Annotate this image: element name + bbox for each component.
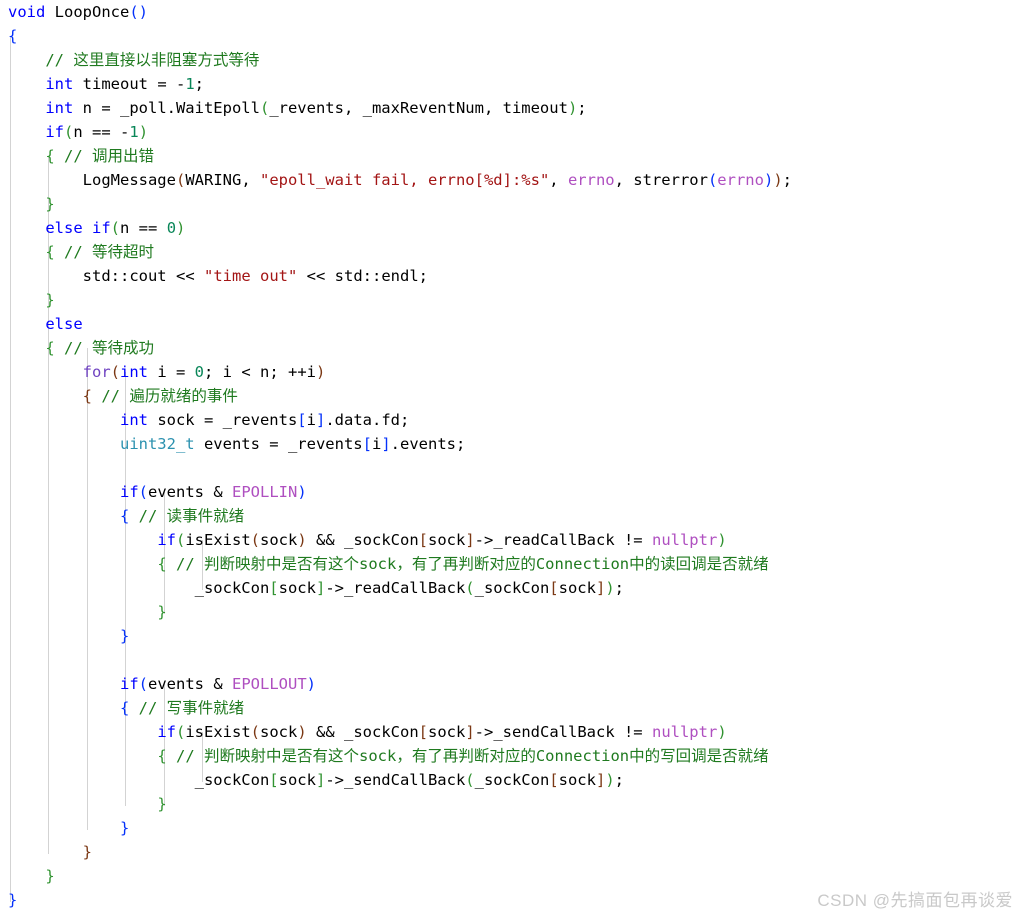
code-line: for(int i = 0; i < n; ++i) bbox=[82, 363, 326, 381]
code-line: { // 判断映射中是否有这个sock，有了再判断对应的Connection中的… bbox=[157, 555, 769, 573]
code-screenshot: void LoopOnce() { // 这里直接以非阻塞方式等待 int ti… bbox=[0, 0, 1029, 921]
code-line: if(events & EPOLLOUT) bbox=[119, 675, 316, 693]
code-line: uint32_t events = _revents[i].events; bbox=[119, 435, 466, 453]
code-line: int sock = _revents[i].data.fd; bbox=[119, 411, 410, 429]
code-line: { // 判断映射中是否有这个sock，有了再判断对应的Connection中的… bbox=[157, 747, 769, 765]
csdn-watermark: CSDN @先搞面包再谈爱 bbox=[817, 891, 1013, 910]
code-line: if(isExist(sock) && _sockCon[sock]->_rea… bbox=[157, 531, 727, 549]
code-line: int n = _poll.WaitEpoll(_revents, _maxRe… bbox=[45, 99, 587, 117]
code-line: } bbox=[157, 603, 167, 621]
code-line: { // 等待超时 bbox=[45, 243, 155, 261]
code-line: { // 调用出错 bbox=[45, 147, 155, 165]
code-line: { // 等待成功 bbox=[45, 339, 155, 357]
code-line: else bbox=[45, 315, 83, 333]
code-listing[interactable]: void LoopOnce() { // 这里直接以非阻塞方式等待 int ti… bbox=[0, 0, 1029, 912]
code-line: _sockCon[sock]->_readCallBack(_sockCon[s… bbox=[8, 579, 624, 597]
code-line: } bbox=[45, 867, 55, 885]
code-line: { // 写事件就绪 bbox=[119, 699, 245, 717]
code-line: LogMessage(WARING, "epoll_wait fail, err… bbox=[8, 171, 792, 189]
code-line: { bbox=[8, 27, 18, 45]
code-line: } bbox=[45, 195, 55, 213]
code-line: void LoopOnce() bbox=[8, 3, 148, 21]
code-line: } bbox=[119, 627, 130, 645]
code-line: if(events & EPOLLIN) bbox=[119, 483, 307, 501]
code-line: } bbox=[157, 795, 167, 813]
code-line: if(isExist(sock) && _sockCon[sock]->_sen… bbox=[157, 723, 727, 741]
code-line: std::cout << "time out" << std::endl; bbox=[8, 267, 428, 285]
code-line: else if(n == 0) bbox=[45, 219, 186, 237]
code-line: int timeout = -1; bbox=[45, 75, 204, 93]
code-line: { // 读事件就绪 bbox=[119, 507, 245, 525]
code-line: } bbox=[82, 843, 92, 861]
code-line: _sockCon[sock]->_sendCallBack(_sockCon[s… bbox=[8, 771, 624, 789]
code-line: } bbox=[45, 291, 55, 309]
code-line: if(n == -1) bbox=[45, 123, 149, 141]
code-line: } bbox=[119, 819, 130, 837]
code-line: { // 遍历就绪的事件 bbox=[82, 387, 238, 405]
code-line: // 这里直接以非阻塞方式等待 bbox=[45, 51, 260, 69]
